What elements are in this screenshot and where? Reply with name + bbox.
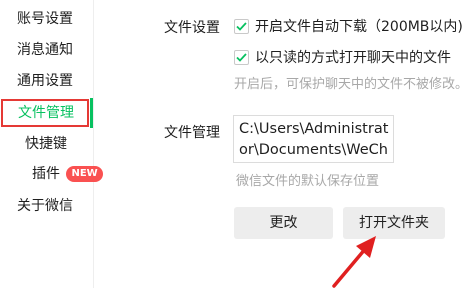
save-path-hint: 微信文件的默认保存位置 [236,174,380,189]
sidebar-item-label: 快捷键 [25,136,67,152]
file-management-label: 文件管理 [164,125,220,141]
sidebar-item-general[interactable]: 通用设置 [17,66,109,96]
sidebar-item-label: 文件管理 [18,105,74,121]
sidebar-item-notifications[interactable]: 消息通知 [17,35,109,65]
checkmark-icon [236,21,247,31]
sidebar-item-about[interactable]: 关于微信 [17,191,109,221]
sidebar-item-label: 关于微信 [17,198,73,214]
auto-download-checkbox[interactable] [234,18,249,34]
sidebar-item-label: 消息通知 [17,42,73,58]
new-badge: NEW [66,166,103,182]
read-only-label: 以只读的方式打开聊天中的文件 [255,50,451,66]
checkmark-icon [236,52,247,62]
sidebar-item-file-management[interactable]: 文件管理 [1,99,89,127]
auto-download-label: 开启文件自动下载（200MB以内) [255,19,463,35]
read-only-hint: 开启后，可保护聊天中的文件不被修改。 [234,77,469,92]
save-path-field: C:\Users\Administrator\Documents\WeChat … [233,115,394,163]
annotation-arrow-icon [332,236,376,288]
settings-sidebar: 账号设置 消息通知 通用设置 文件管理 快捷键 插件 NEW 关于微信 [0,0,103,288]
sidebar-item-label: 插件 [32,166,60,182]
change-path-button[interactable]: 更改 [234,207,333,239]
active-indicator [90,98,93,128]
sidebar-item-label: 通用设置 [17,73,73,89]
read-only-checkbox[interactable] [234,49,249,65]
auto-download-option[interactable]: 开启文件自动下载（200MB以内) [234,16,463,36]
read-only-option[interactable]: 以只读的方式打开聊天中的文件 [234,47,451,67]
sidebar-item-shortcuts[interactable]: 快捷键 [25,129,117,159]
file-settings-label: 文件设置 [164,20,220,36]
sidebar-item-account[interactable]: 账号设置 [17,4,109,34]
sidebar-item-label: 账号设置 [17,11,73,27]
sidebar-item-plugins[interactable]: 插件 NEW [32,159,124,189]
